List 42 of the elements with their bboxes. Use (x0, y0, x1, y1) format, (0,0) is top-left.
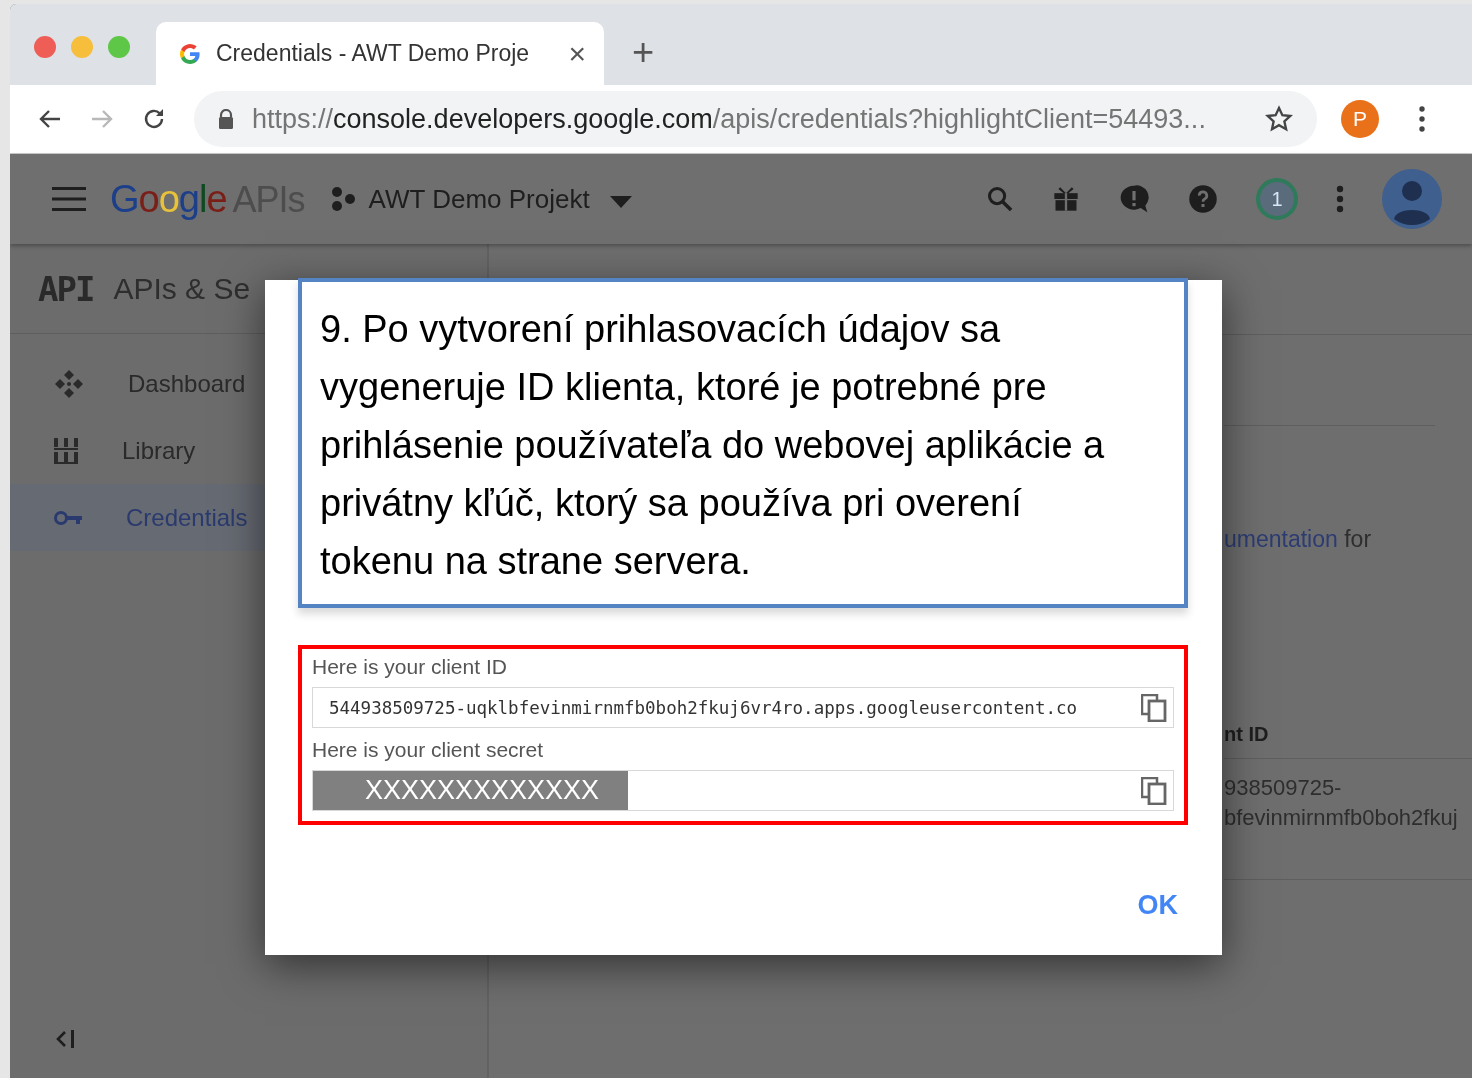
field-label: Here is your client ID (312, 655, 508, 679)
section-title: APIs & Se (113, 271, 251, 306)
copy-icon[interactable] (1141, 693, 1167, 722)
client-id-text: 938509725- (1224, 774, 1343, 802)
library-icon (54, 437, 78, 464)
collapse-sidebar-icon[interactable] (56, 1030, 76, 1048)
feedback-icon[interactable] (1118, 183, 1150, 215)
project-icon (330, 186, 357, 212)
ok-button[interactable]: OK (1133, 886, 1182, 925)
gift-icon[interactable] (1052, 185, 1080, 213)
dashboard-icon (54, 368, 84, 399)
url-text: https://console.developers.google.com/apis/credentials?highlightClient=54493... (252, 103, 1207, 135)
user-avatar[interactable] (1382, 169, 1442, 229)
address-bar[interactable]: https://console.developers.google.com/apis/credentials?highlightClient=54493... (194, 91, 1317, 147)
star-icon[interactable] (1265, 105, 1293, 133)
credential-field[interactable]: 544938509725-uqklbfevinmirnmfb0boh2fkuj6vr4ro.apps.googleusercontent.co (312, 687, 1174, 728)
search-icon[interactable] (986, 185, 1014, 213)
documentation-text: umentation for (1224, 526, 1373, 553)
help-icon[interactable] (1188, 184, 1218, 214)
dropdown-caret-icon (609, 196, 632, 208)
tab-close-button[interactable]: × (568, 38, 586, 69)
menu-icon[interactable] (52, 187, 86, 211)
notification-badge[interactable]: 1 (1256, 178, 1298, 220)
client-id-text: bfevinmirnmfb0boh2fkuj (1224, 804, 1459, 832)
key-icon (54, 509, 82, 526)
credential-field[interactable]: XXXXXXXXXXXXX (312, 770, 1174, 811)
new-tab-button[interactable]: + (632, 33, 655, 71)
lock-icon (218, 109, 234, 129)
column-header: nt ID (1224, 723, 1472, 759)
browser-tab[interactable]: Credentials - AWT Demo Proje × (156, 22, 604, 85)
documentation-link[interactable]: umentation (1224, 526, 1338, 552)
field-label: Here is your client secret (312, 738, 545, 762)
profile-avatar[interactable]: P (1341, 100, 1379, 138)
more-icon[interactable] (1419, 106, 1425, 132)
google-g-icon (178, 41, 202, 66)
tab-title: Credentials - AWT Demo Proje (216, 40, 531, 67)
close-window-button[interactable] (34, 36, 56, 58)
project-selector[interactable]: AWT Demo Projekt (330, 183, 632, 215)
api-logo: API (38, 268, 94, 309)
reload-icon[interactable] (142, 107, 166, 131)
copy-icon[interactable] (1141, 776, 1167, 805)
annotation-text: 9. Po vytvorení prihlasovacích údajov sa vygeneruje ID klienta, ktoré je potrebné pre prihlásenie používateľa do webovej aplikácie a privátny kľúč, ktorý sa používa pri overení tokenu na strane servera. (298, 278, 1188, 608)
